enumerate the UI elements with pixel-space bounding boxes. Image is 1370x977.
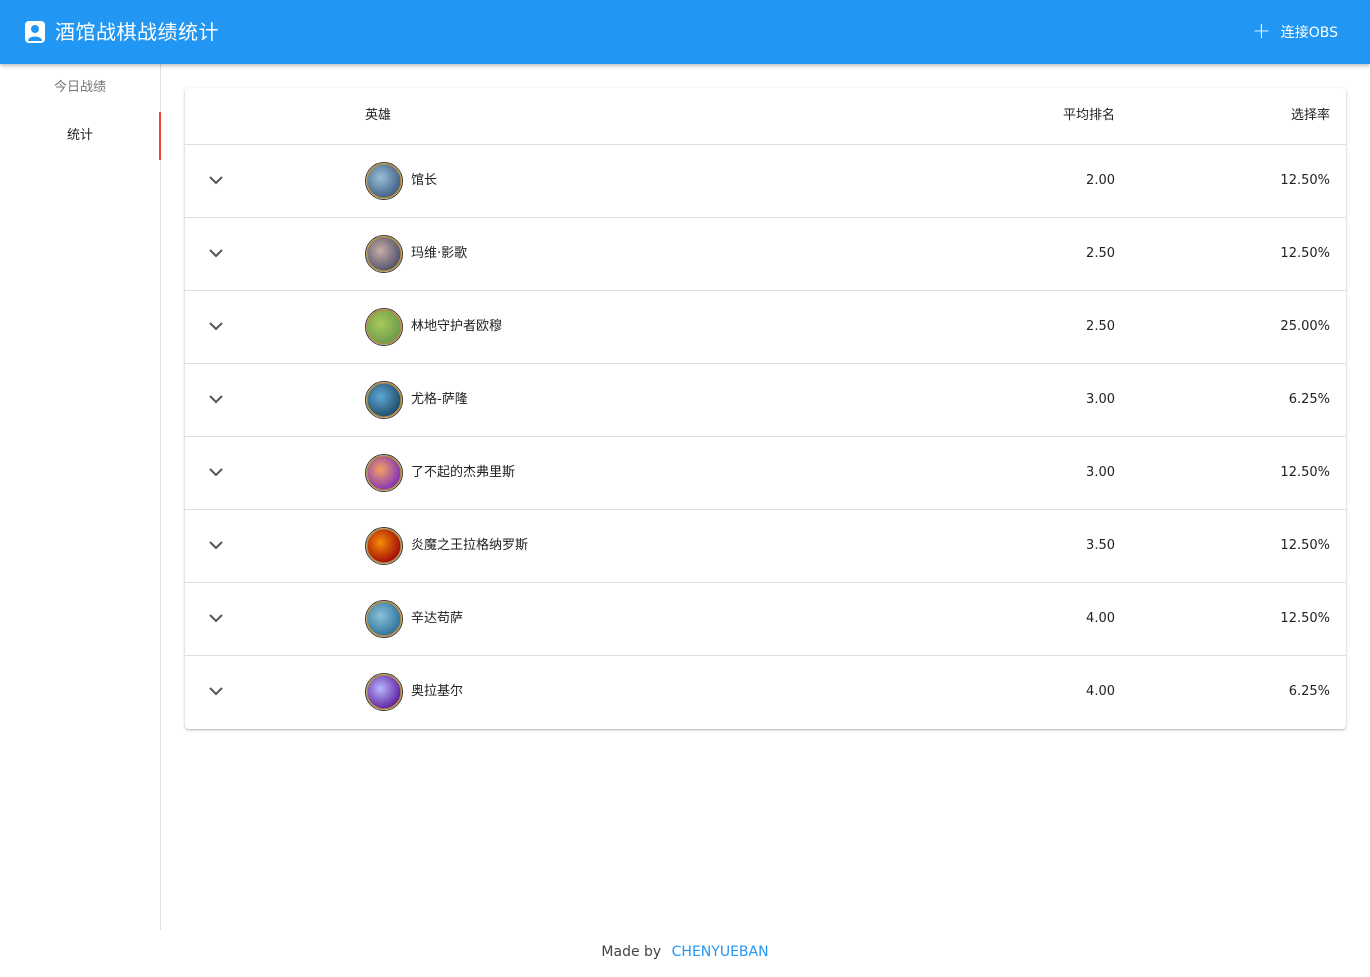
avg-rank-value: 4.00	[1086, 611, 1115, 626]
pick-rate-value: 25.00%	[1280, 319, 1330, 334]
hero-name: 林地守护者欧穆	[411, 319, 503, 334]
avg-rank-value: 2.00	[1086, 173, 1115, 188]
hero-avatar	[365, 162, 403, 200]
plus-icon: +	[1252, 19, 1271, 44]
hero-avatar	[365, 381, 403, 419]
connect-obs-label: 连接OBS	[1280, 25, 1338, 41]
hero-name: 尤格-萨隆	[411, 392, 468, 407]
hero-avatar	[365, 235, 403, 273]
chevron-down-icon[interactable]	[205, 607, 227, 629]
table-row[interactable]: 了不起的杰弗里斯 3.00 12.50%	[185, 437, 1346, 510]
avg-rank-value: 4.00	[1086, 684, 1115, 699]
pick-rate-value: 6.25%	[1288, 392, 1330, 407]
table-row[interactable]: 奥拉基尔 4.00 6.25%	[185, 656, 1346, 728]
pick-rate-value: 12.50%	[1280, 611, 1330, 626]
account-box-icon	[25, 21, 45, 43]
table-header: 英雄 平均排名 选择率	[185, 88, 1346, 145]
avg-rank-value: 3.00	[1086, 465, 1115, 480]
column-header-avg-rank[interactable]: 平均排名	[1063, 88, 1115, 144]
pick-rate-value: 12.50%	[1280, 538, 1330, 553]
chevron-down-icon[interactable]	[205, 680, 227, 702]
pick-rate-value: 12.50%	[1280, 465, 1330, 480]
hero-avatar	[365, 308, 403, 346]
connect-obs-button[interactable]: + 连接OBS	[1238, 16, 1352, 48]
table-row[interactable]: 辛达苟萨 4.00 12.50%	[185, 583, 1346, 656]
table-row[interactable]: 馆长 2.00 12.50%	[185, 145, 1346, 218]
hero-avatar	[365, 600, 403, 638]
hero-avatar	[365, 673, 403, 711]
hero-avatar	[365, 527, 403, 565]
chevron-down-icon[interactable]	[205, 534, 227, 556]
column-header-hero[interactable]: 英雄	[365, 88, 391, 144]
hero-name: 玛维·影歌	[411, 246, 468, 261]
hero-name: 炎魔之王拉格纳罗斯	[411, 538, 529, 553]
column-header-pick-rate[interactable]: 选择率	[1291, 88, 1330, 144]
hero-name: 辛达苟萨	[411, 611, 464, 626]
made-by-text: Made by	[601, 944, 662, 960]
table-row[interactable]: 林地守护者欧穆 2.50 25.00%	[185, 291, 1346, 364]
app-bar: 酒馆战棋战绩统计 + 连接OBS	[0, 0, 1370, 64]
hero-avatar	[365, 454, 403, 492]
sidebar-item-statistics[interactable]: 统计	[0, 112, 161, 160]
sidebar: 今日战绩 统计	[0, 64, 161, 930]
avg-rank-value: 3.50	[1086, 538, 1115, 553]
footer: Made by CHENYUEBAN	[0, 944, 1370, 960]
pick-rate-value: 12.50%	[1280, 246, 1330, 261]
chevron-down-icon[interactable]	[205, 242, 227, 264]
chevron-down-icon[interactable]	[205, 388, 227, 410]
table-row[interactable]: 尤格-萨隆 3.00 6.25%	[185, 364, 1346, 437]
sidebar-item-label: 今日战绩	[53, 80, 106, 95]
pick-rate-value: 6.25%	[1288, 684, 1330, 699]
table-row[interactable]: 炎魔之王拉格纳罗斯 3.50 12.50%	[185, 510, 1346, 583]
app-title: 酒馆战棋战绩统计	[55, 20, 219, 44]
avg-rank-value: 2.50	[1086, 319, 1115, 334]
sidebar-item-today-record[interactable]: 今日战绩	[0, 64, 160, 112]
chevron-down-icon[interactable]	[205, 169, 227, 191]
table-row[interactable]: 玛维·影歌 2.50 12.50%	[185, 218, 1346, 291]
hero-name: 了不起的杰弗里斯	[411, 465, 516, 480]
sidebar-item-label: 统计	[66, 128, 93, 143]
pick-rate-value: 12.50%	[1280, 173, 1330, 188]
hero-name: 奥拉基尔	[411, 684, 464, 699]
hero-stats-table: 英雄 平均排名 选择率 馆长 2.00 12.50% 玛维·影歌 2.50 12.50% 林…	[185, 88, 1346, 729]
hero-name: 馆长	[411, 173, 438, 188]
avg-rank-value: 2.50	[1086, 246, 1115, 261]
avg-rank-value: 3.00	[1086, 392, 1115, 407]
author-link[interactable]: CHENYUEBAN	[672, 944, 769, 960]
chevron-down-icon[interactable]	[205, 315, 227, 337]
chevron-down-icon[interactable]	[205, 461, 227, 483]
